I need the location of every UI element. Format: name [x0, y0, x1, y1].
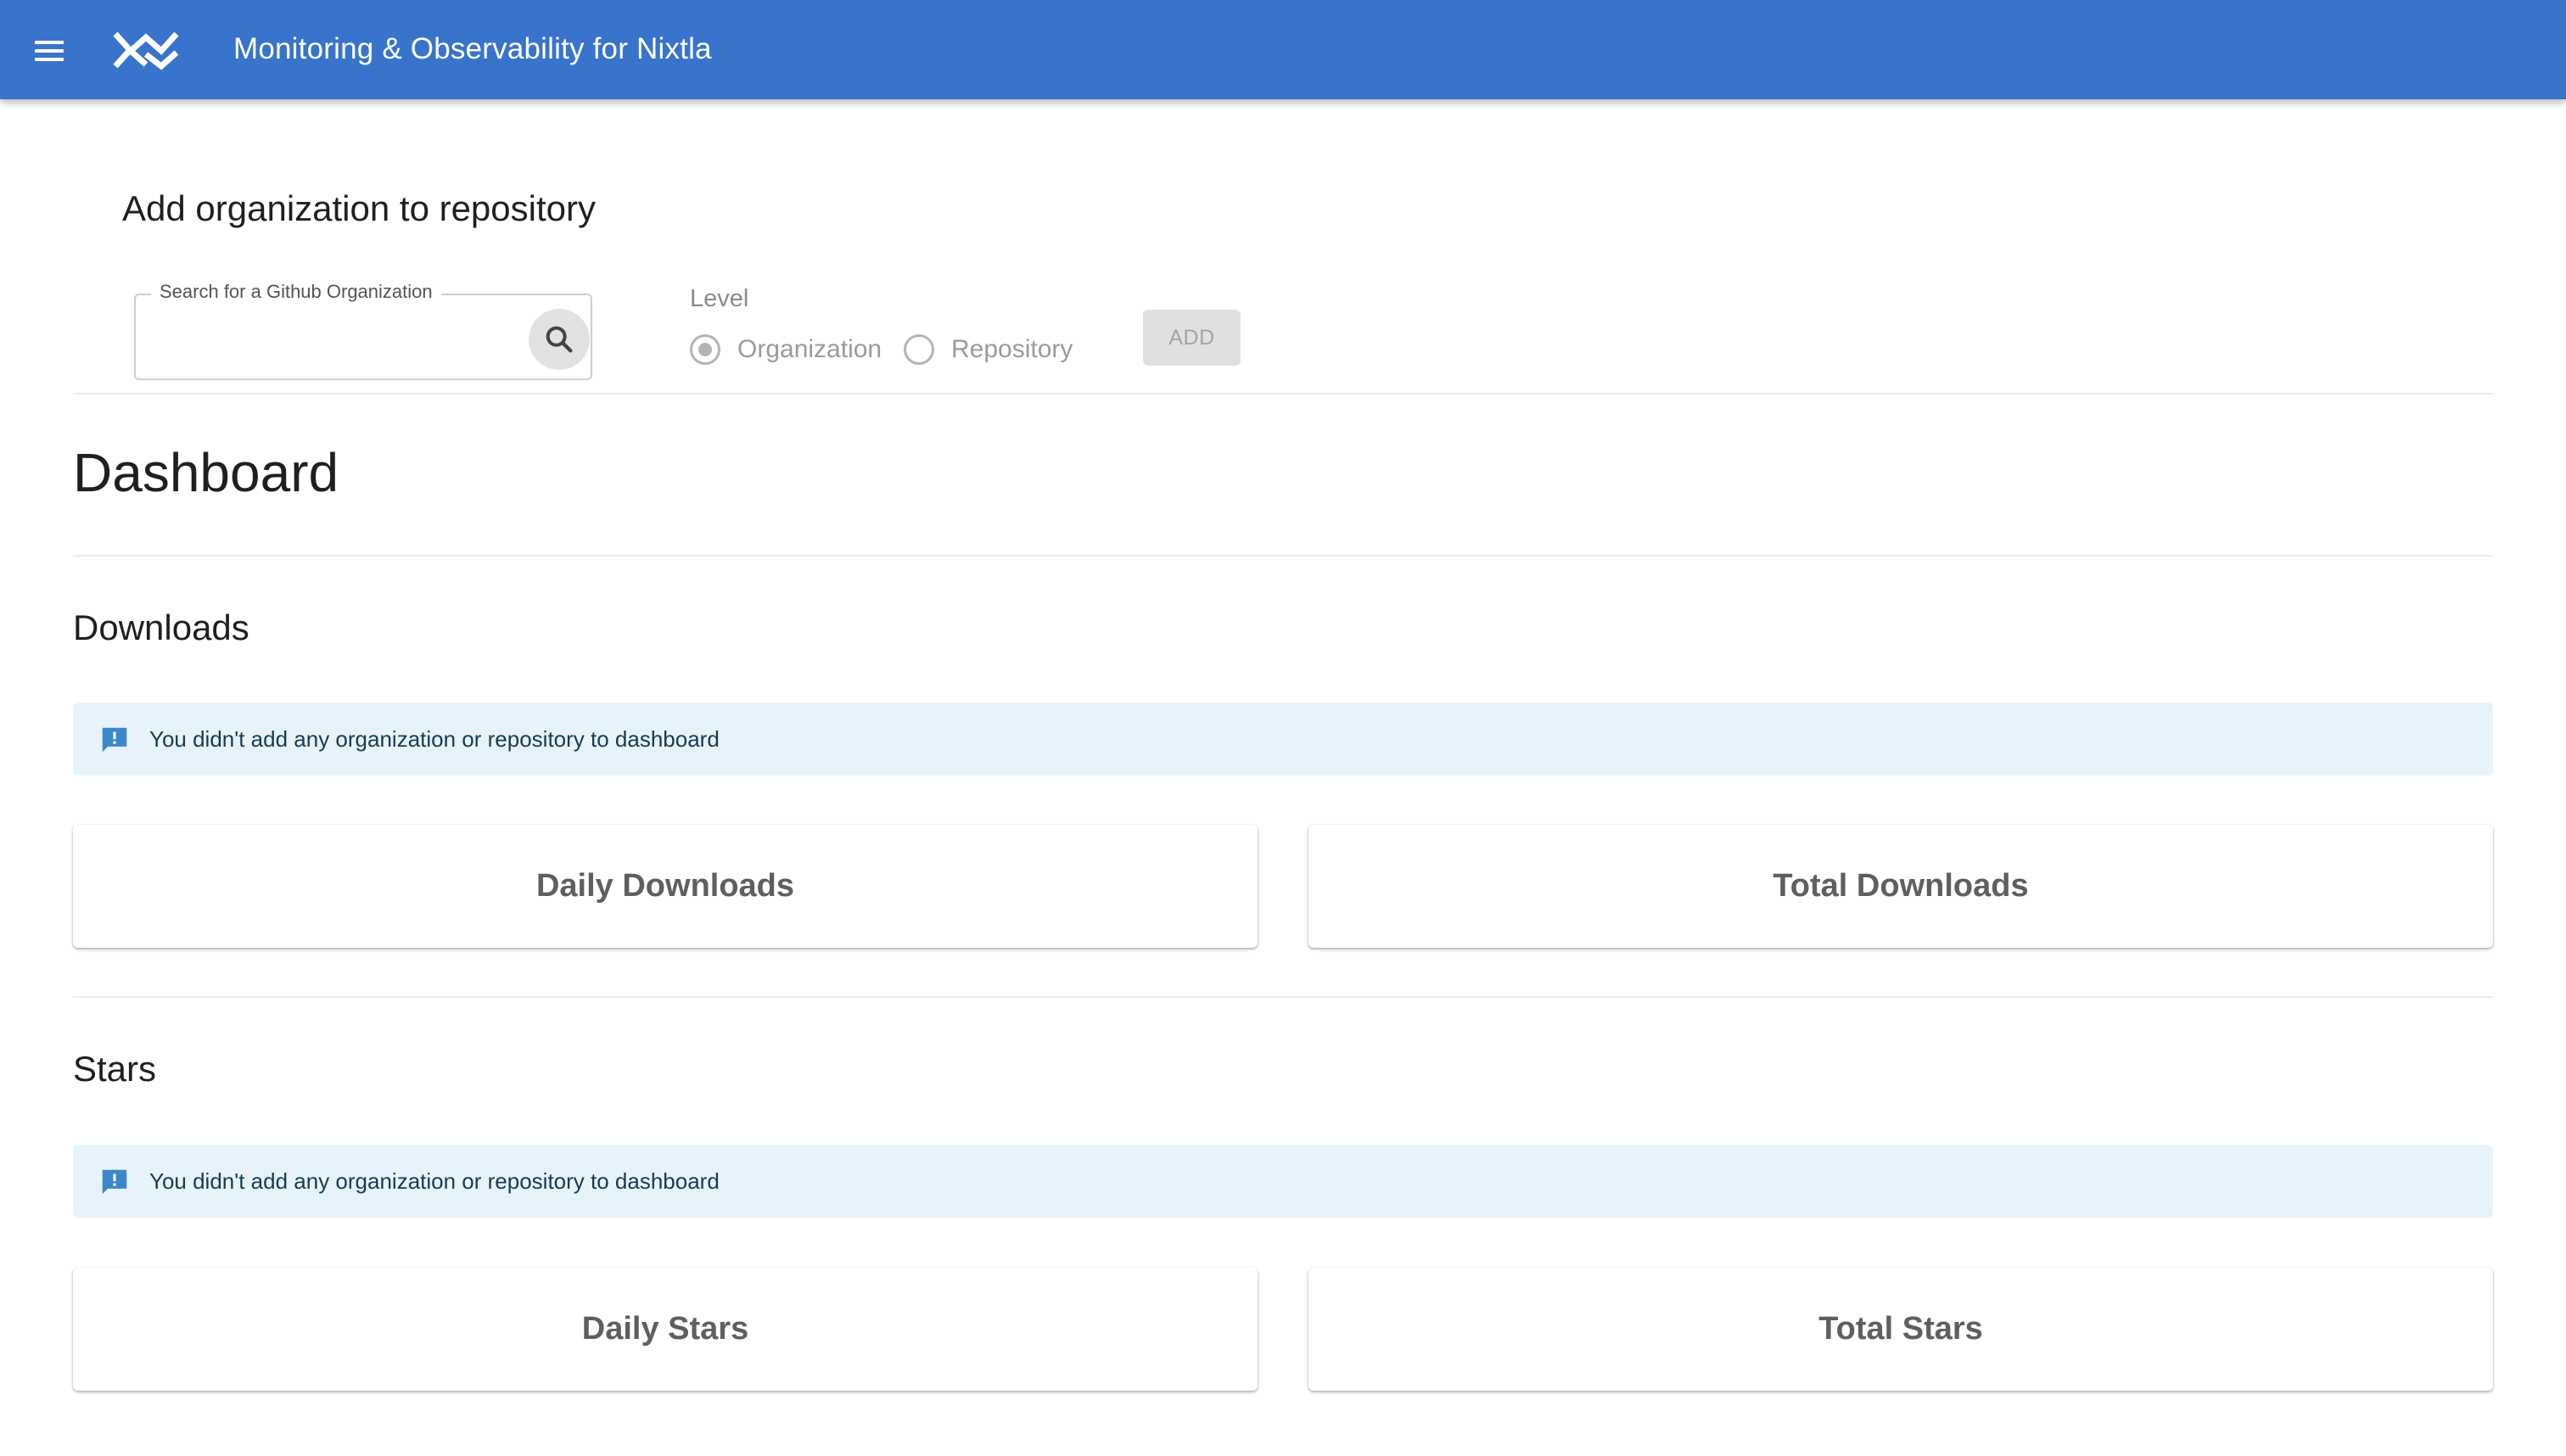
hamburger-menu-icon[interactable] [25, 32, 73, 70]
stars-info-alert: You didn't add any organization or repos… [73, 1145, 2493, 1218]
card-title: Total Stars [1818, 1311, 1983, 1347]
search-input[interactable] [148, 321, 521, 363]
app-bar: Monitoring & Observability for Nixtla [0, 0, 2566, 99]
downloads-info-alert: You didn't add any organization or repos… [73, 703, 2493, 776]
dashboard-title: Dashboard [73, 442, 339, 503]
divider [73, 555, 2493, 557]
add-organization-heading: Add organization to repository [122, 188, 596, 228]
downloads-alert-text: You didn't add any organization or repos… [149, 726, 720, 752]
nixtla-logo[interactable] [112, 29, 182, 71]
add-button[interactable]: ADD [1143, 310, 1241, 366]
radio-organization[interactable] [690, 334, 720, 365]
total-stars-card: Total Stars [1308, 1268, 2493, 1391]
stars-alert-text: You didn't add any organization or repos… [149, 1168, 720, 1194]
total-downloads-card: Total Downloads [1308, 825, 2493, 948]
feedback-icon [102, 727, 127, 753]
divider [73, 393, 2493, 395]
card-title: Daily Downloads [535, 868, 795, 904]
app-title: Monitoring & Observability for Nixtla [233, 32, 712, 65]
search-field-label: Search for a Github Organization [151, 281, 441, 303]
radio-repository[interactable] [904, 334, 934, 365]
search-button[interactable] [529, 309, 590, 370]
downloads-heading: Downloads [73, 608, 249, 647]
radio-repository-label[interactable]: Repository [951, 334, 1073, 365]
stars-heading: Stars [73, 1049, 157, 1089]
daily-downloads-card: Daily Downloads [73, 825, 1258, 948]
github-organization-search-field[interactable]: Search for a Github Organization [134, 281, 592, 380]
feedback-icon [102, 1169, 127, 1195]
level-label: Level [690, 285, 749, 312]
search-icon [546, 326, 573, 353]
divider [73, 996, 2493, 998]
daily-stars-card: Daily Stars [73, 1268, 1258, 1391]
card-title: Daily Stars [581, 1311, 749, 1347]
card-title: Total Downloads [1773, 868, 2029, 904]
radio-organization-label[interactable]: Organization [737, 334, 882, 365]
